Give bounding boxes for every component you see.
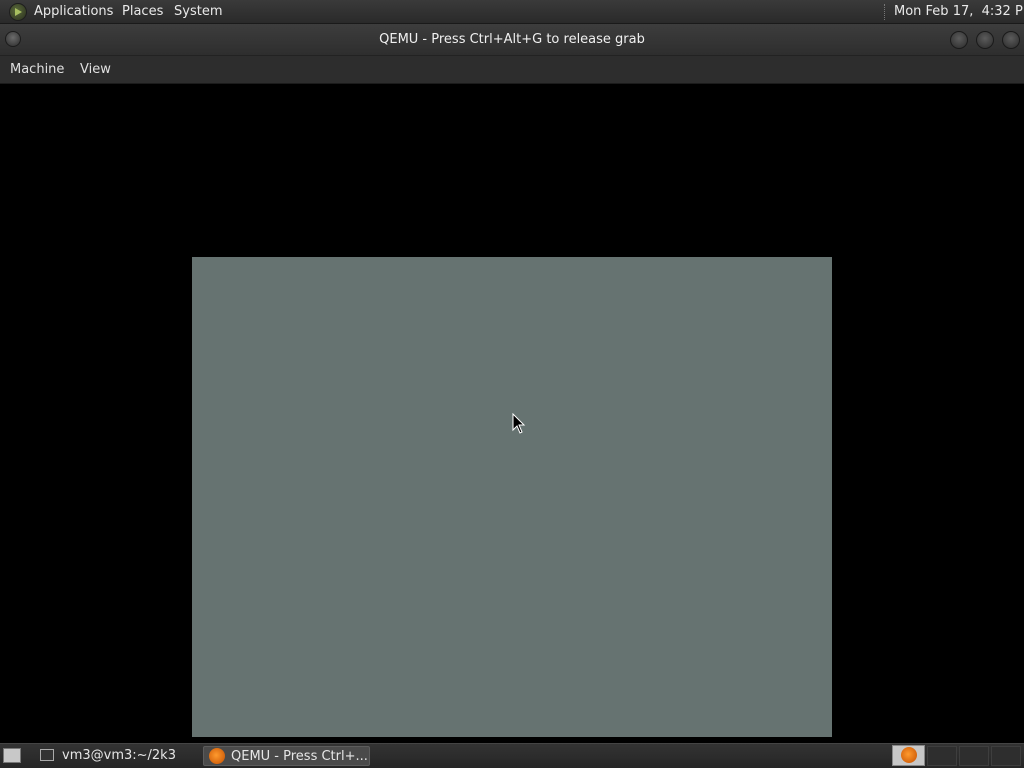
system-menu[interactable]: System [174,0,222,24]
bottom-panel: vm3@vm3:~/2k3 QEMU - Press Ctrl+... [0,743,1024,768]
workspace-switcher-active[interactable] [892,745,925,766]
workspace-2[interactable] [927,746,957,766]
top-panel: Applications Places System Mon Feb 17, 4… [0,0,1024,24]
applications-menu[interactable]: Applications [34,0,113,24]
window-titlebar[interactable]: QEMU - Press Ctrl+Alt+G to release grab [0,24,1024,56]
places-menu[interactable]: Places [122,0,163,24]
mouse-cursor-icon [512,412,526,439]
taskbar-item-label: vm3@vm3:~/2k3 [62,748,176,763]
app-menubar: Machine View [0,56,1024,84]
taskbar-item-label: QEMU - Press Ctrl+... [231,749,368,764]
view-menu[interactable]: View [80,56,111,83]
terminal-icon [40,749,54,761]
workspace-3[interactable] [959,746,989,766]
taskbar-item-terminal[interactable]: vm3@vm3:~/2k3 [40,746,198,766]
window-title: QEMU - Press Ctrl+Alt+G to release grab [379,32,645,47]
vm-screen[interactable] [192,257,832,737]
show-desktop-icon[interactable] [3,748,21,763]
machine-menu[interactable]: Machine [10,56,64,83]
applications-menu-icon[interactable] [9,3,27,21]
panel-separator [884,4,887,20]
maximize-button[interactable] [976,31,994,49]
workspace-4[interactable] [991,746,1021,766]
clock[interactable]: Mon Feb 17, 4:32 PM [894,0,1024,24]
qemu-icon [901,747,917,763]
qemu-icon [209,748,225,764]
minimize-button[interactable] [950,31,968,49]
close-button[interactable] [1002,31,1020,49]
taskbar-item-qemu[interactable]: QEMU - Press Ctrl+... [203,746,370,766]
